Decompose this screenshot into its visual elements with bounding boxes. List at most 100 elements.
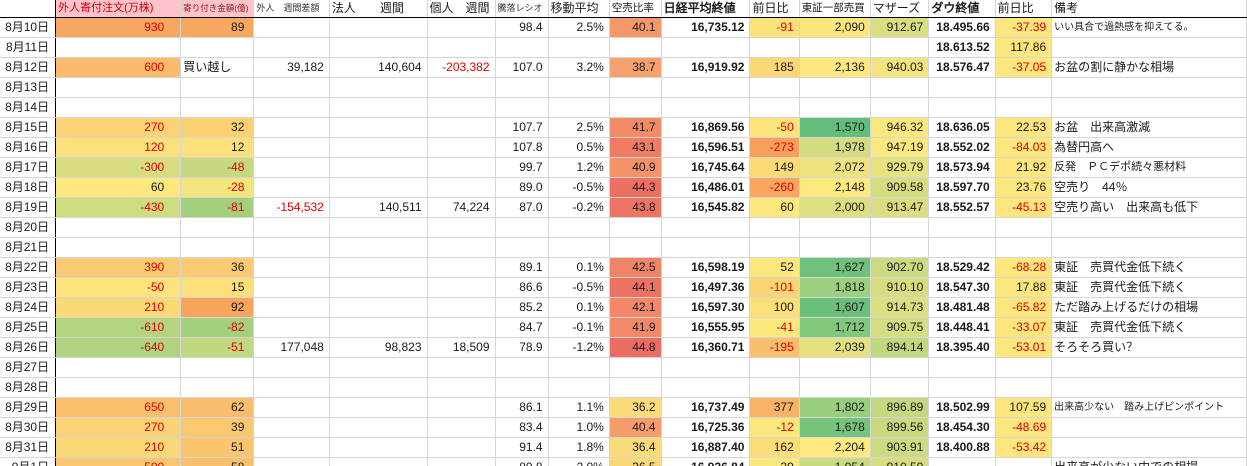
header-foreign-open-orders[interactable]: 外人寄付注文(万株): [56, 0, 181, 18]
cell-date[interactable]: 8月10日: [0, 18, 56, 38]
cell-foreign-weekly[interactable]: [254, 178, 329, 198]
cell-updown-ratio[interactable]: 86.1: [495, 398, 548, 418]
cell-note[interactable]: 出来高が少ない中での相場: [1052, 458, 1247, 466]
cell-nikkei-close[interactable]: 16,926.84: [661, 458, 750, 466]
cell-nikkei-close[interactable]: 16,745.64: [661, 158, 750, 178]
cell-foreign-open-orders[interactable]: -430: [56, 198, 181, 218]
cell-mothers-index[interactable]: 913.47: [870, 198, 929, 218]
cell-dow-change[interactable]: -37.39: [995, 18, 1051, 38]
cell-tse1-value[interactable]: 2,136: [799, 58, 870, 78]
cell-nikkei-change[interactable]: [750, 78, 799, 98]
cell-tse1-value[interactable]: 1,570: [799, 118, 870, 138]
cell-foreign-open-orders[interactable]: 120: [56, 138, 181, 158]
cell-individual-weekly[interactable]: [427, 98, 495, 118]
header-open-amount[interactable]: 寄り付き金額(億): [181, 0, 254, 18]
cell-tse1-value[interactable]: [799, 238, 870, 258]
cell-dow-change[interactable]: [995, 238, 1051, 258]
cell-foreign-open-orders[interactable]: [56, 238, 181, 258]
cell-dow-close[interactable]: 18.481.48: [929, 298, 995, 318]
cell-moving-average[interactable]: 1.2%: [548, 158, 609, 178]
cell-dow-change[interactable]: 107.59: [995, 398, 1051, 418]
cell-dow-close[interactable]: 18.502.99: [929, 398, 995, 418]
cell-nikkei-change[interactable]: -41: [750, 318, 799, 338]
cell-individual-weekly[interactable]: [427, 178, 495, 198]
cell-nikkei-change[interactable]: [750, 378, 799, 398]
cell-moving-average[interactable]: [548, 78, 609, 98]
header-nikkei-change[interactable]: 前日比: [750, 0, 799, 18]
cell-mothers-index[interactable]: 929.79: [870, 158, 929, 178]
cell-note[interactable]: [1052, 238, 1247, 258]
cell-corporate-weekly[interactable]: [329, 258, 427, 278]
cell-individual-weekly[interactable]: [427, 398, 495, 418]
cell-tse1-value[interactable]: 1,607: [799, 298, 870, 318]
cell-moving-average[interactable]: 1.1%: [548, 398, 609, 418]
cell-moving-average[interactable]: 2.0%: [548, 458, 609, 466]
cell-corporate-weekly[interactable]: 140,511: [329, 198, 427, 218]
cell-open-amount[interactable]: [181, 218, 254, 238]
cell-nikkei-close[interactable]: 16,737.49: [661, 398, 750, 418]
cell-foreign-weekly[interactable]: [254, 458, 329, 466]
cell-updown-ratio[interactable]: [495, 358, 548, 378]
cell-date[interactable]: 8月14日: [0, 98, 56, 118]
cell-updown-ratio[interactable]: 85.2: [495, 298, 548, 318]
cell-nikkei-close[interactable]: 16,735.12: [661, 18, 750, 38]
cell-moving-average[interactable]: 3.2%: [548, 58, 609, 78]
cell-dow-change[interactable]: [995, 218, 1051, 238]
cell-corporate-weekly[interactable]: [329, 38, 427, 58]
cell-foreign-weekly[interactable]: [254, 398, 329, 418]
cell-updown-ratio[interactable]: 99.7: [495, 158, 548, 178]
cell-note[interactable]: [1052, 38, 1247, 58]
cell-dow-change[interactable]: -68.28: [995, 258, 1051, 278]
cell-tse1-value[interactable]: [799, 358, 870, 378]
cell-corporate-weekly[interactable]: [329, 298, 427, 318]
cell-nikkei-change[interactable]: 185: [750, 58, 799, 78]
cell-date[interactable]: 8月22日: [0, 258, 56, 278]
cell-note[interactable]: そろそろ買い？: [1052, 338, 1247, 358]
cell-foreign-weekly[interactable]: [254, 158, 329, 178]
cell-tse1-value[interactable]: 2,072: [799, 158, 870, 178]
cell-moving-average[interactable]: 0.1%: [548, 258, 609, 278]
cell-nikkei-close[interactable]: [661, 218, 750, 238]
cell-updown-ratio[interactable]: [495, 78, 548, 98]
cell-note[interactable]: [1052, 378, 1247, 398]
cell-date[interactable]: 8月18日: [0, 178, 56, 198]
cell-updown-ratio[interactable]: 98.4: [495, 18, 548, 38]
cell-foreign-open-orders[interactable]: [56, 218, 181, 238]
cell-dow-close[interactable]: [929, 98, 995, 118]
cell-individual-weekly[interactable]: [427, 238, 495, 258]
cell-foreign-open-orders[interactable]: 650: [56, 398, 181, 418]
cell-nikkei-close[interactable]: 16,887.40: [661, 438, 750, 458]
cell-foreign-open-orders[interactable]: [56, 98, 181, 118]
cell-date[interactable]: 8月12日: [0, 58, 56, 78]
cell-nikkei-close[interactable]: 16,545.82: [661, 198, 750, 218]
cell-moving-average[interactable]: [548, 218, 609, 238]
cell-mothers-index[interactable]: 896.89: [870, 398, 929, 418]
cell-open-amount[interactable]: 39: [181, 418, 254, 438]
cell-mothers-index[interactable]: [870, 358, 929, 378]
cell-short-sell-ratio[interactable]: 43.8: [609, 198, 661, 218]
cell-nikkei-close[interactable]: [661, 378, 750, 398]
cell-foreign-open-orders[interactable]: 60: [56, 178, 181, 198]
cell-short-sell-ratio[interactable]: 36.2: [609, 398, 661, 418]
cell-mothers-index[interactable]: 902.70: [870, 258, 929, 278]
cell-nikkei-change[interactable]: 162: [750, 438, 799, 458]
cell-mothers-index[interactable]: [870, 378, 929, 398]
cell-moving-average[interactable]: 2.5%: [548, 18, 609, 38]
cell-dow-close[interactable]: 18.395.40: [929, 338, 995, 358]
header-updown-ratio[interactable]: 騰落レシオ: [495, 0, 548, 18]
cell-tse1-value[interactable]: 1,712: [799, 318, 870, 338]
cell-foreign-open-orders[interactable]: 210: [56, 298, 181, 318]
cell-tse1-value[interactable]: 2,000: [799, 198, 870, 218]
cell-foreign-open-orders[interactable]: 270: [56, 418, 181, 438]
cell-individual-weekly[interactable]: [427, 218, 495, 238]
header-dow-close[interactable]: ダウ終値: [929, 0, 995, 18]
cell-foreign-weekly[interactable]: [254, 378, 329, 398]
cell-dow-close[interactable]: 18.529.42: [929, 258, 995, 278]
cell-note[interactable]: 出来高少ない 踏み上げピンポイント: [1052, 398, 1247, 418]
cell-dow-close[interactable]: 18.400.88: [929, 438, 995, 458]
cell-date[interactable]: 8月15日: [0, 118, 56, 138]
cell-foreign-weekly[interactable]: [254, 438, 329, 458]
cell-mothers-index[interactable]: [870, 238, 929, 258]
cell-individual-weekly[interactable]: -203,382: [427, 58, 495, 78]
cell-short-sell-ratio[interactable]: [609, 238, 661, 258]
